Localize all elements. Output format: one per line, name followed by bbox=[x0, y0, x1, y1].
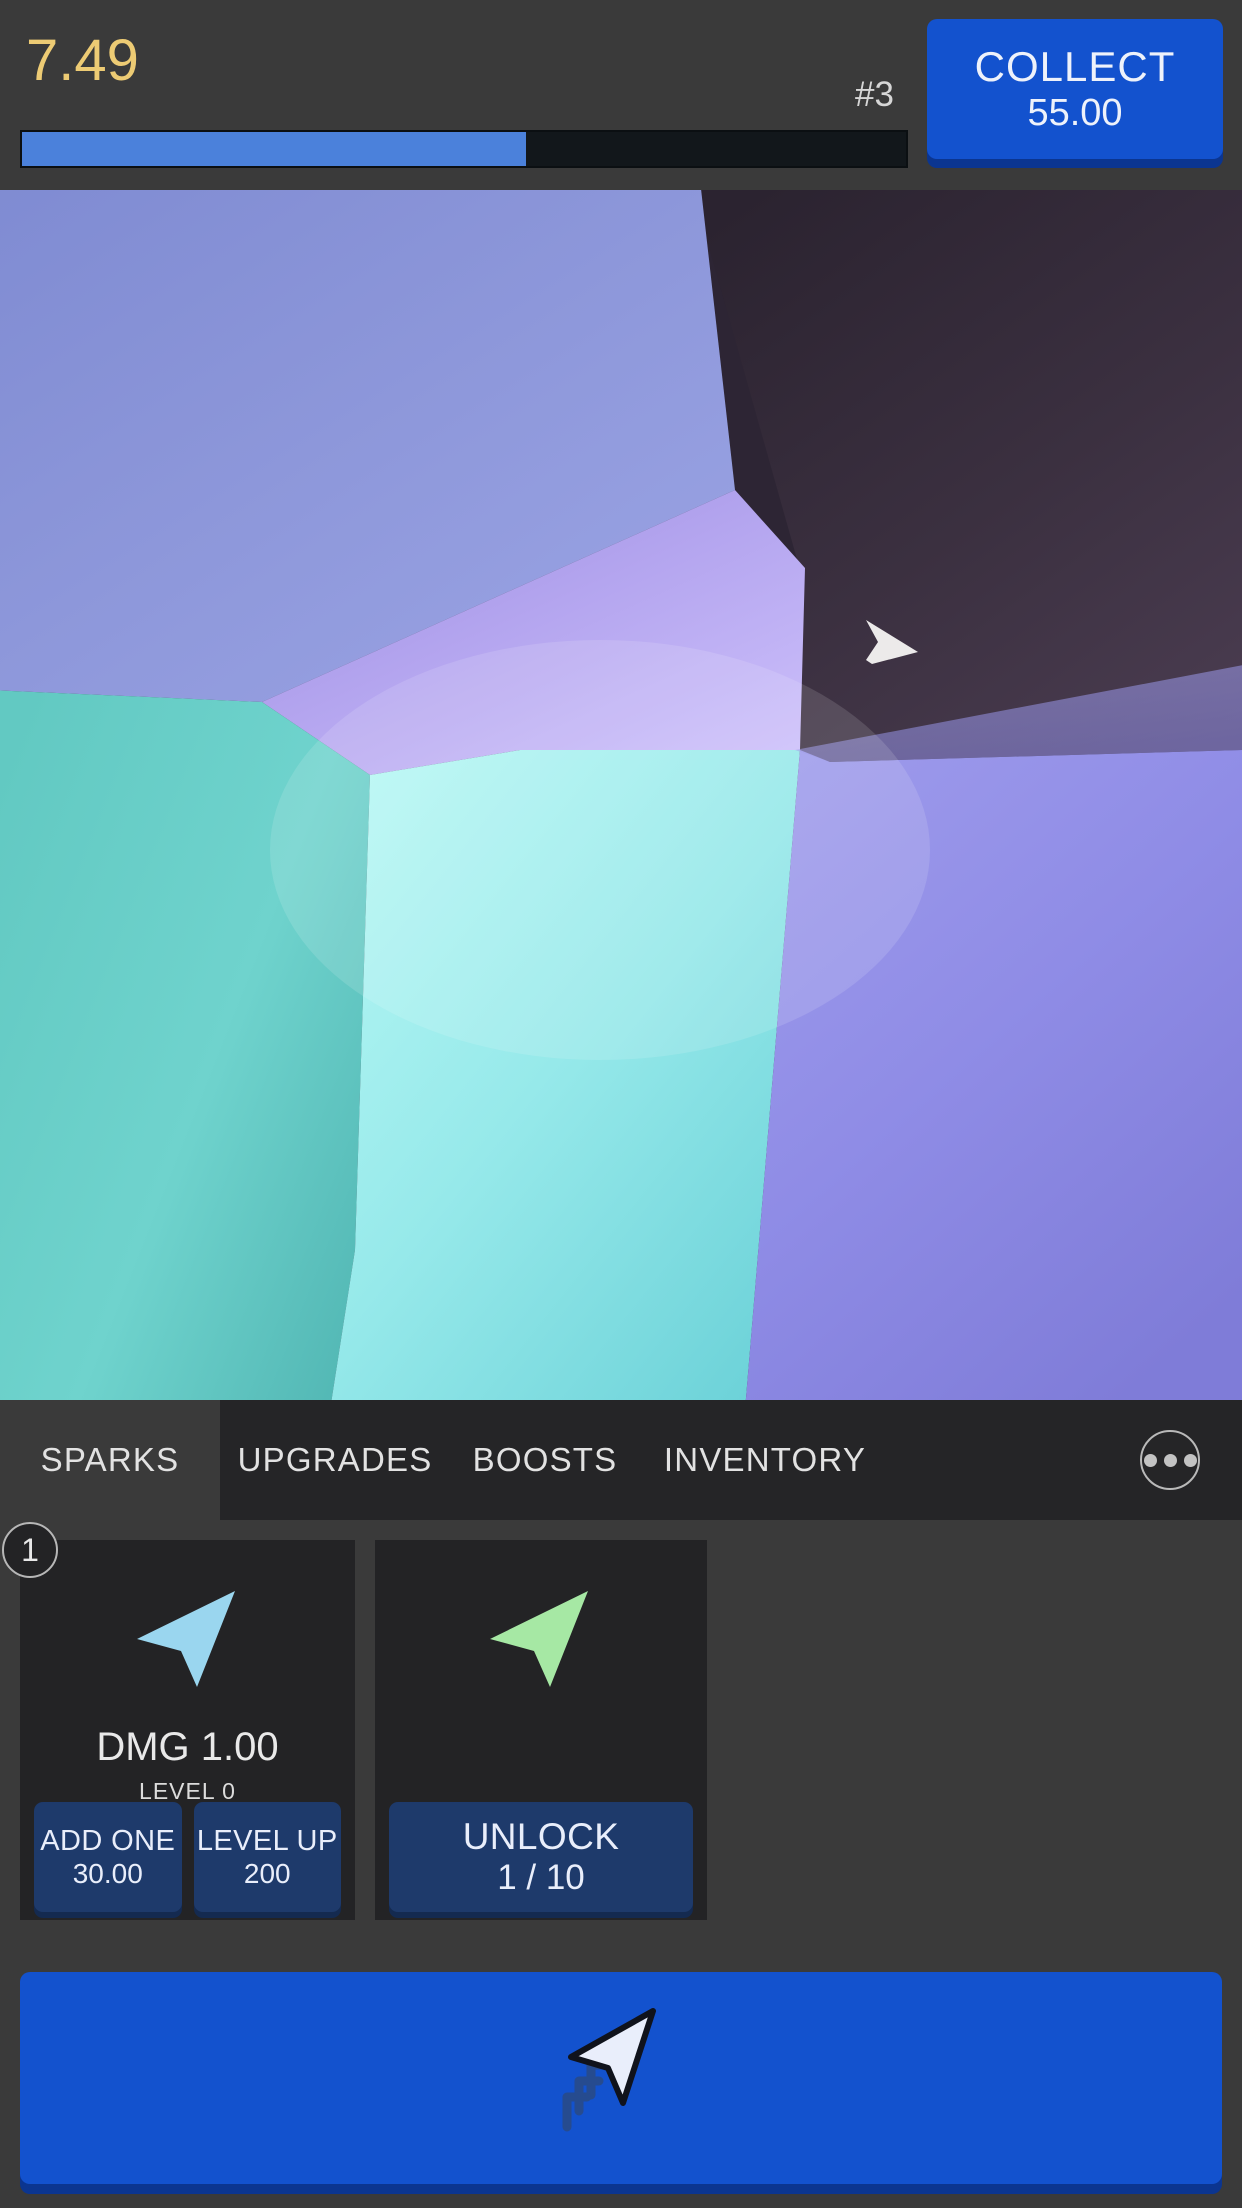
tab-upgrades[interactable]: UPGRADES bbox=[220, 1400, 450, 1520]
ellipsis-dot-3 bbox=[1183, 1453, 1197, 1467]
add-one-button-cost: 30.00 bbox=[72, 1858, 143, 1889]
level-up-button-cost: 200 bbox=[243, 1858, 291, 1889]
collect-button[interactable]: COLLECT 55.00 bbox=[927, 19, 1223, 159]
ellipsis-dot-1 bbox=[1143, 1453, 1157, 1467]
tab-bar: SPARKS UPGRADES BOOSTS INVENTORY bbox=[0, 1400, 1242, 1520]
tab-boosts[interactable]: BOOSTS bbox=[450, 1400, 640, 1520]
cursor-click-icon bbox=[562, 2008, 656, 2132]
spark-card-level: LEVEL 0 bbox=[139, 1778, 236, 1804]
spark-arrow-glyph bbox=[490, 1591, 588, 1687]
tab-upgrades-label: UPGRADES bbox=[237, 1441, 433, 1478]
collect-button-label: COLLECT bbox=[974, 43, 1176, 90]
crystal-game-viewport[interactable] bbox=[0, 190, 1242, 1400]
spark-card-title: DMG 1.00 bbox=[96, 1725, 279, 1769]
level-up-button[interactable]: LEVEL UP 200 bbox=[193, 1802, 341, 1912]
spark-card-actions: UNLOCK 1 / 10 bbox=[389, 1802, 693, 1912]
ellipsis-dot-2 bbox=[1163, 1453, 1177, 1467]
click-action-button[interactable] bbox=[20, 1972, 1222, 2184]
currency-value: 7.49 bbox=[26, 28, 139, 93]
add-one-button[interactable]: ADD ONE 30.00 bbox=[34, 1802, 182, 1912]
spark-card-actions: ADD ONE 30.00 LEVEL UP 200 bbox=[34, 1802, 341, 1912]
tab-inventory-label: INVENTORY bbox=[663, 1441, 867, 1478]
collect-button-amount: 55.00 bbox=[1027, 92, 1123, 134]
spark-card-badge: 1 bbox=[2, 1522, 58, 1578]
progress-bar-fill bbox=[22, 132, 526, 166]
progress-bar bbox=[20, 130, 908, 168]
unlock-button-progress: 1 / 10 bbox=[497, 1858, 585, 1897]
bottom-panel: SPARKS UPGRADES BOOSTS INVENTORY 1 DMG 1… bbox=[0, 1400, 1242, 2208]
add-one-button-label: ADD ONE bbox=[40, 1825, 176, 1857]
spark-card-locked[interactable]: UNLOCK 1 / 10 bbox=[375, 1540, 707, 1920]
unlock-button[interactable]: UNLOCK 1 / 10 bbox=[389, 1802, 693, 1912]
rank-label: #3 bbox=[855, 75, 894, 114]
ellipsis-icon[interactable] bbox=[1140, 1430, 1200, 1490]
header-bar: 7.49 #3 COLLECT 55.00 bbox=[0, 0, 1242, 190]
level-up-button-label: LEVEL UP bbox=[196, 1825, 338, 1857]
spark-card[interactable]: 1 DMG 1.00 LEVEL 0 ADD ONE 30.00 LEVEL U… bbox=[2, 1522, 355, 1920]
tab-inventory[interactable]: INVENTORY bbox=[640, 1400, 890, 1520]
tab-sparks[interactable]: SPARKS bbox=[0, 1400, 220, 1520]
tab-sparks-label: SPARKS bbox=[40, 1441, 180, 1478]
spark-arrow-icon bbox=[20, 1564, 355, 1704]
game-screen: 7.49 #3 COLLECT 55.00 SPARKS UPGRADES BO… bbox=[0, 0, 1242, 2208]
unlock-button-label: UNLOCK bbox=[462, 1816, 620, 1857]
spark-card-list: 1 DMG 1.00 LEVEL 0 ADD ONE 30.00 LEVEL U… bbox=[0, 1520, 1242, 1950]
spark-arrow-icon bbox=[375, 1564, 707, 1704]
spark-arrow-glyph bbox=[136, 1591, 235, 1687]
tab-boosts-label: BOOSTS bbox=[472, 1441, 618, 1478]
crystal-render bbox=[0, 190, 1242, 1400]
